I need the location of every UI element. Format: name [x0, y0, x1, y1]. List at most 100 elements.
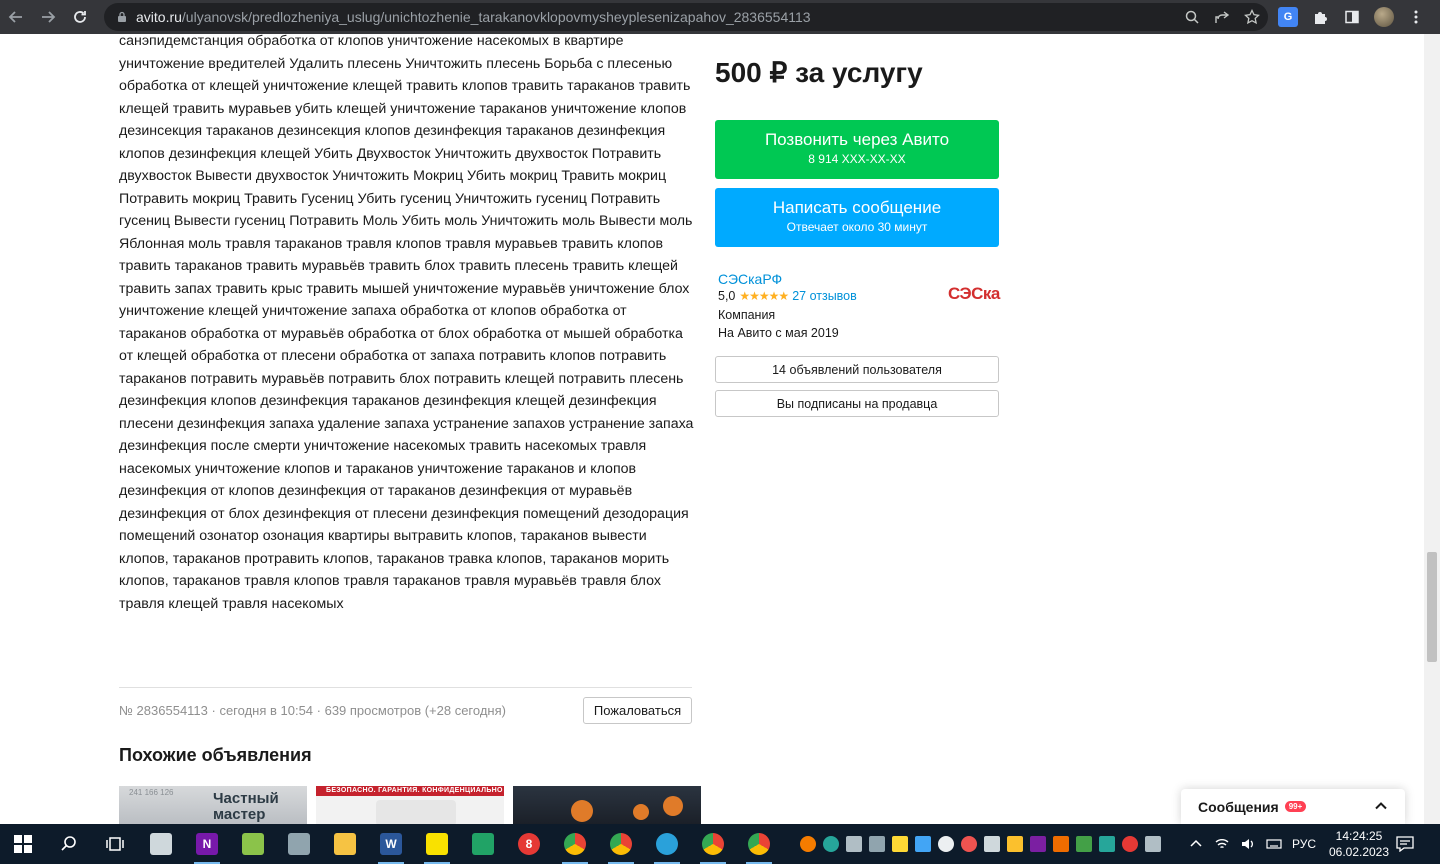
- tray-app-icon[interactable]: [823, 836, 839, 852]
- taskbar-app-sheets[interactable]: [460, 824, 506, 864]
- write-message-label: Написать сообщение: [772, 198, 942, 217]
- app-8-icon: 8: [518, 833, 540, 855]
- tray-app-icon[interactable]: [1030, 836, 1046, 852]
- search-icon: [61, 836, 76, 851]
- chevron-up-icon[interactable]: [1188, 836, 1204, 852]
- scrollbar-thumb[interactable]: [1427, 552, 1437, 662]
- page-scrollbar[interactable]: [1424, 34, 1440, 824]
- taskbar-app-explorer[interactable]: [322, 824, 368, 864]
- chrome-icon: [564, 833, 586, 855]
- similar-listing-thumb[interactable]: 241 166 126 Частный мастер: [119, 786, 307, 824]
- profile-avatar-icon[interactable]: [1374, 7, 1394, 27]
- tray-app-icon[interactable]: [984, 836, 1000, 852]
- tray-app-icon[interactable]: [892, 836, 908, 852]
- tray-app-icon[interactable]: [1007, 836, 1023, 852]
- chrome-icon: [748, 833, 770, 855]
- kebab-menu-icon[interactable]: [1406, 7, 1426, 27]
- complain-button[interactable]: Пожаловаться: [583, 697, 692, 724]
- tray-app-icon[interactable]: [961, 836, 977, 852]
- lock-icon: [118, 11, 126, 22]
- word-icon: W: [380, 833, 402, 855]
- user-ads-button[interactable]: 14 объявлений пользователя: [715, 356, 999, 383]
- search-button[interactable]: [46, 824, 92, 864]
- taskbar-app-8[interactable]: 8: [506, 824, 552, 864]
- call-button[interactable]: Позвонить через Авито 8 914 XXX-XX-XX: [715, 120, 999, 179]
- clock[interactable]: 14:24:25 06.02.2023: [1324, 828, 1394, 860]
- task-view-icon: [106, 837, 124, 851]
- taskbar-app-chrome-3[interactable]: [690, 824, 736, 864]
- tray-app-icon[interactable]: [1122, 836, 1138, 852]
- onenote-icon: N: [196, 833, 218, 855]
- thumb-caption: Частный мастер: [213, 790, 279, 823]
- side-panel-icon[interactable]: [1342, 7, 1362, 27]
- phone-number: 8 914 XXX-XX-XX: [808, 152, 906, 166]
- page-content: санэпидемстанция обработка от клопов уни…: [0, 34, 1424, 824]
- taskbar-app-chrome[interactable]: [552, 824, 598, 864]
- volume-icon[interactable]: [1240, 836, 1256, 852]
- tray-app-icon[interactable]: [1076, 836, 1092, 852]
- address-bar[interactable]: avito.ru/ulyanovsk/predlozheniya_uslug/u…: [104, 3, 1268, 31]
- clock-time: 14:24:25: [1335, 829, 1383, 843]
- tray-app-icon[interactable]: [915, 836, 931, 852]
- share-icon[interactable]: [1214, 9, 1230, 25]
- tray-app-icon[interactable]: [938, 836, 954, 852]
- tray-app-icon[interactable]: [800, 836, 816, 852]
- thumb-image: [571, 800, 593, 822]
- url-text: avito.ru/ulyanovsk/predlozheniya_uslug/u…: [136, 9, 811, 25]
- tray-app-icon[interactable]: [1053, 836, 1069, 852]
- similar-listing-thumb[interactable]: БЕЗОПАСНО. ГАРАНТИЯ. КОНФИДЕНЦИАЛЬНО: [316, 786, 504, 824]
- clock-date: 06.02.2023: [1328, 845, 1390, 859]
- taskbar-app-telegram[interactable]: [644, 824, 690, 864]
- forward-button[interactable]: [32, 1, 64, 33]
- taskbar-app-word[interactable]: W: [368, 824, 414, 864]
- back-button[interactable]: [0, 1, 32, 33]
- thumb-caption: БЕЗОПАСНО. ГАРАНТИЯ. КОНФИДЕНЦИАЛЬНО: [326, 787, 503, 794]
- thumb-small-text: 241 166 126: [129, 788, 174, 797]
- keyboard-icon[interactable]: [1266, 836, 1282, 852]
- reload-icon: [74, 11, 86, 23]
- taskbar-app-tool[interactable]: [276, 824, 322, 864]
- similar-listing-thumb[interactable]: [513, 786, 701, 824]
- task-view-button[interactable]: [92, 824, 138, 864]
- seller-name-link[interactable]: СЭСкаРФ: [718, 271, 782, 287]
- response-time: Отвечает около 30 минут: [786, 220, 928, 234]
- bookmark-star-icon[interactable]: [1244, 9, 1260, 25]
- seller-rating: 5,0 ★★★★★ 27 отзывов: [718, 289, 857, 303]
- extensions-puzzle-icon[interactable]: [1310, 7, 1330, 27]
- taskbar-app-notes[interactable]: [414, 824, 460, 864]
- chevron-up-icon[interactable]: [1373, 798, 1389, 814]
- tray-app-icon[interactable]: [869, 836, 885, 852]
- notification-icon[interactable]: [1396, 836, 1414, 852]
- start-button[interactable]: [0, 824, 46, 864]
- tray-app-icon[interactable]: [1145, 836, 1161, 852]
- seller-since: На Авито с мая 2019: [718, 326, 839, 340]
- chrome-icon: [610, 833, 632, 855]
- language-indicator[interactable]: РУС: [1292, 837, 1316, 851]
- thumb-image: [376, 800, 456, 824]
- tray-app-icon[interactable]: [846, 836, 862, 852]
- windows-logo-icon: [14, 835, 32, 853]
- seller-logo[interactable]: СЭСка: [948, 284, 1000, 304]
- arrow-left-icon: [8, 11, 22, 23]
- files-icon: [150, 833, 172, 855]
- taskbar-app-chart[interactable]: [230, 824, 276, 864]
- tray-app-icon[interactable]: [1099, 836, 1115, 852]
- taskbar-app-onenote[interactable]: N: [184, 824, 230, 864]
- browser-toolbar: avito.ru/ulyanovsk/predlozheniya_uslug/u…: [0, 0, 1440, 34]
- reload-button[interactable]: [64, 1, 96, 33]
- taskbar-app-chrome-4[interactable]: [736, 824, 782, 864]
- messages-panel[interactable]: Сообщения 99+: [1181, 789, 1405, 824]
- taskbar-app-files[interactable]: [138, 824, 184, 864]
- write-message-button[interactable]: Написать сообщение Отвечает около 30 мин…: [715, 188, 999, 247]
- seller-type: Компания: [718, 308, 776, 322]
- zoom-icon[interactable]: [1184, 9, 1200, 25]
- telegram-icon: [656, 833, 678, 855]
- subscribed-button[interactable]: Вы подписаны на продавца: [715, 390, 999, 417]
- google-translate-icon[interactable]: G: [1278, 7, 1298, 27]
- messages-badge: 99+: [1284, 801, 1307, 812]
- reviews-link[interactable]: 27 отзывов: [792, 289, 857, 303]
- taskbar-app-chrome-2[interactable]: [598, 824, 644, 864]
- spreadsheet-icon: [472, 833, 494, 855]
- rating-stars-icon: ★★★★★: [739, 289, 789, 303]
- wifi-icon[interactable]: [1214, 836, 1230, 852]
